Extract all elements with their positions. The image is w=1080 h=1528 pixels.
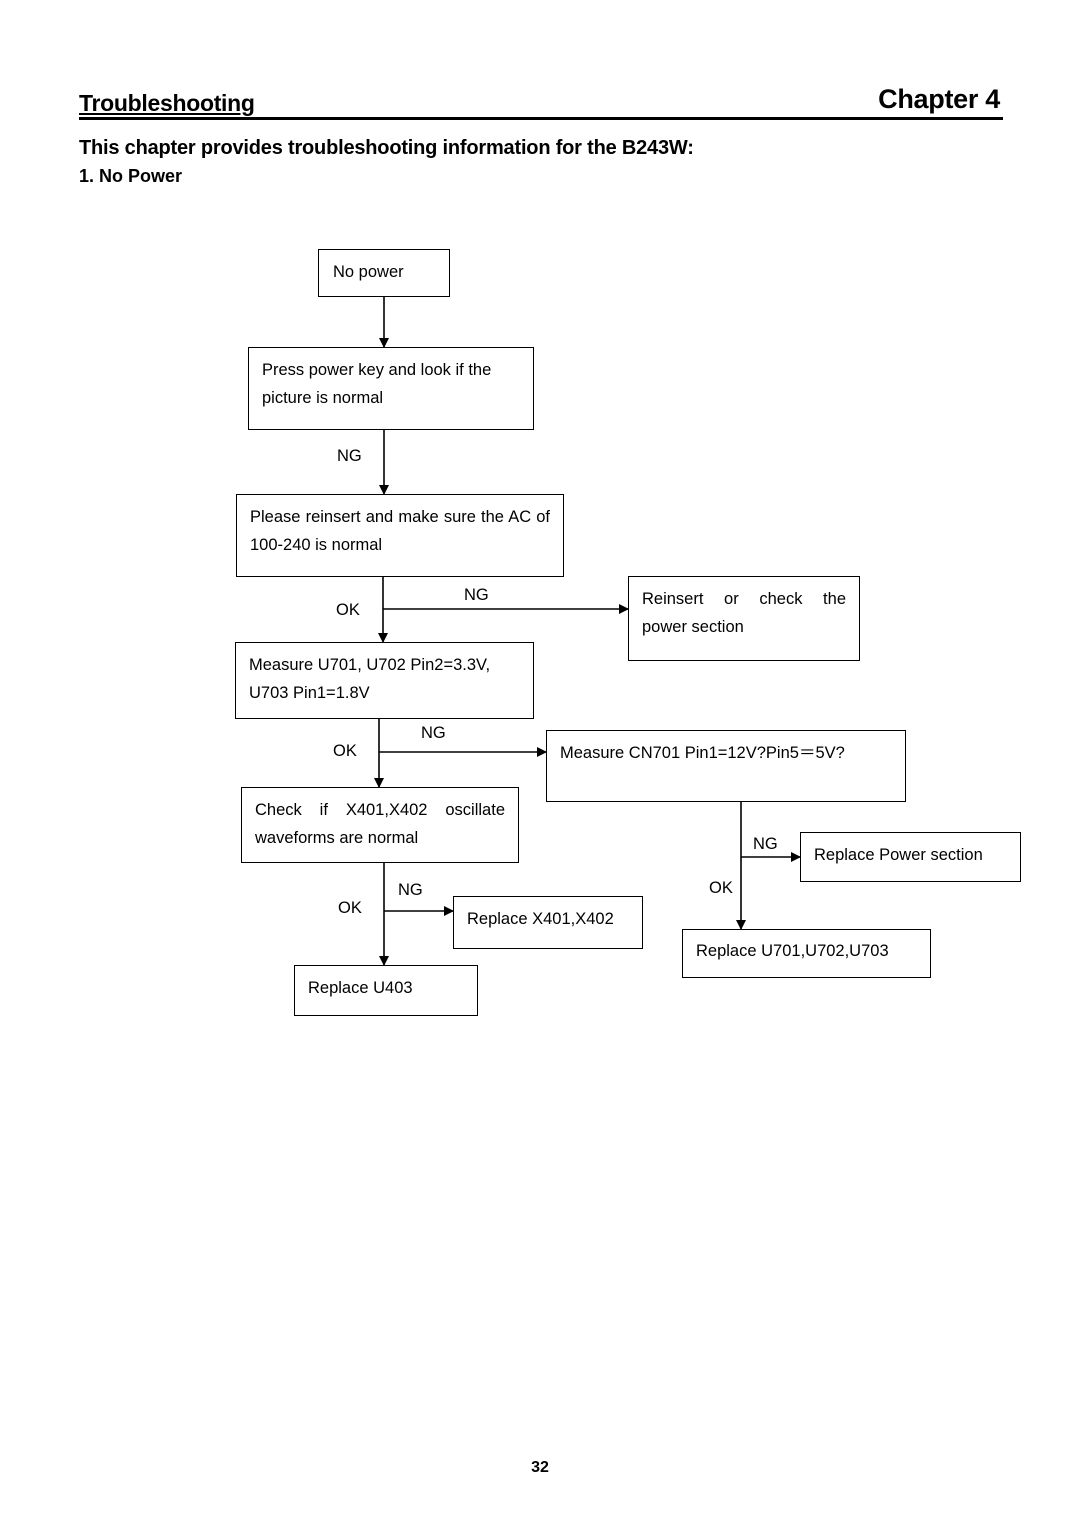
label-ng: NG	[337, 447, 362, 465]
node-check-x40x: Check if X401,X402 oscillate waveforms a…	[241, 787, 519, 863]
node-text: Replace Power section	[814, 846, 983, 864]
label-ng: NG	[398, 881, 423, 899]
label-ng: NG	[464, 586, 489, 604]
node-text: Replace U701,U702,U703	[696, 942, 889, 960]
node-reinsert-ac: Please reinsert and make sure the AC of …	[236, 494, 564, 577]
node-measure-cn701: Measure CN701 Pin1=12V?Pin5＝5V?	[546, 730, 906, 802]
node-text: Press power key and look if the picture …	[262, 361, 492, 407]
node-text: Please reinsert and make sure the AC of …	[250, 508, 550, 554]
node-no-power: No power	[318, 249, 450, 297]
label-ok: OK	[338, 899, 362, 917]
node-replace-x40x: Replace X401,X402	[453, 896, 643, 949]
label-ok: OK	[709, 879, 733, 897]
page-number: 32	[531, 1459, 549, 1476]
node-text: Replace U403	[308, 979, 413, 997]
node-text: Measure CN701 Pin1=12V?Pin5＝5V?	[560, 744, 845, 762]
label-ng: NG	[753, 835, 778, 853]
node-replace-power: Replace Power section	[800, 832, 1021, 882]
label-ok: OK	[333, 742, 357, 760]
node-text: Measure U701, U702 Pin2=3.3V, U703 Pin1=…	[249, 656, 491, 702]
node-replace-u70x: Replace U701,U702,U703	[682, 929, 931, 978]
node-text: Reinsert or check the power section	[642, 590, 846, 636]
node-replace-u403: Replace U403	[294, 965, 478, 1016]
node-text: Replace X401,X402	[467, 910, 614, 928]
label-ng: NG	[421, 724, 446, 742]
node-text: Check if X401,X402 oscillate waveforms a…	[255, 801, 505, 847]
node-measure-u70x: Measure U701, U702 Pin2=3.3V, U703 Pin1=…	[235, 642, 534, 719]
node-reinsert-check: Reinsert or check the power section	[628, 576, 860, 661]
label-ok: OK	[336, 601, 360, 619]
node-text: No power	[333, 263, 404, 281]
flowchart-connectors	[374, 296, 801, 966]
node-press-power: Press power key and look if the picture …	[248, 347, 534, 430]
